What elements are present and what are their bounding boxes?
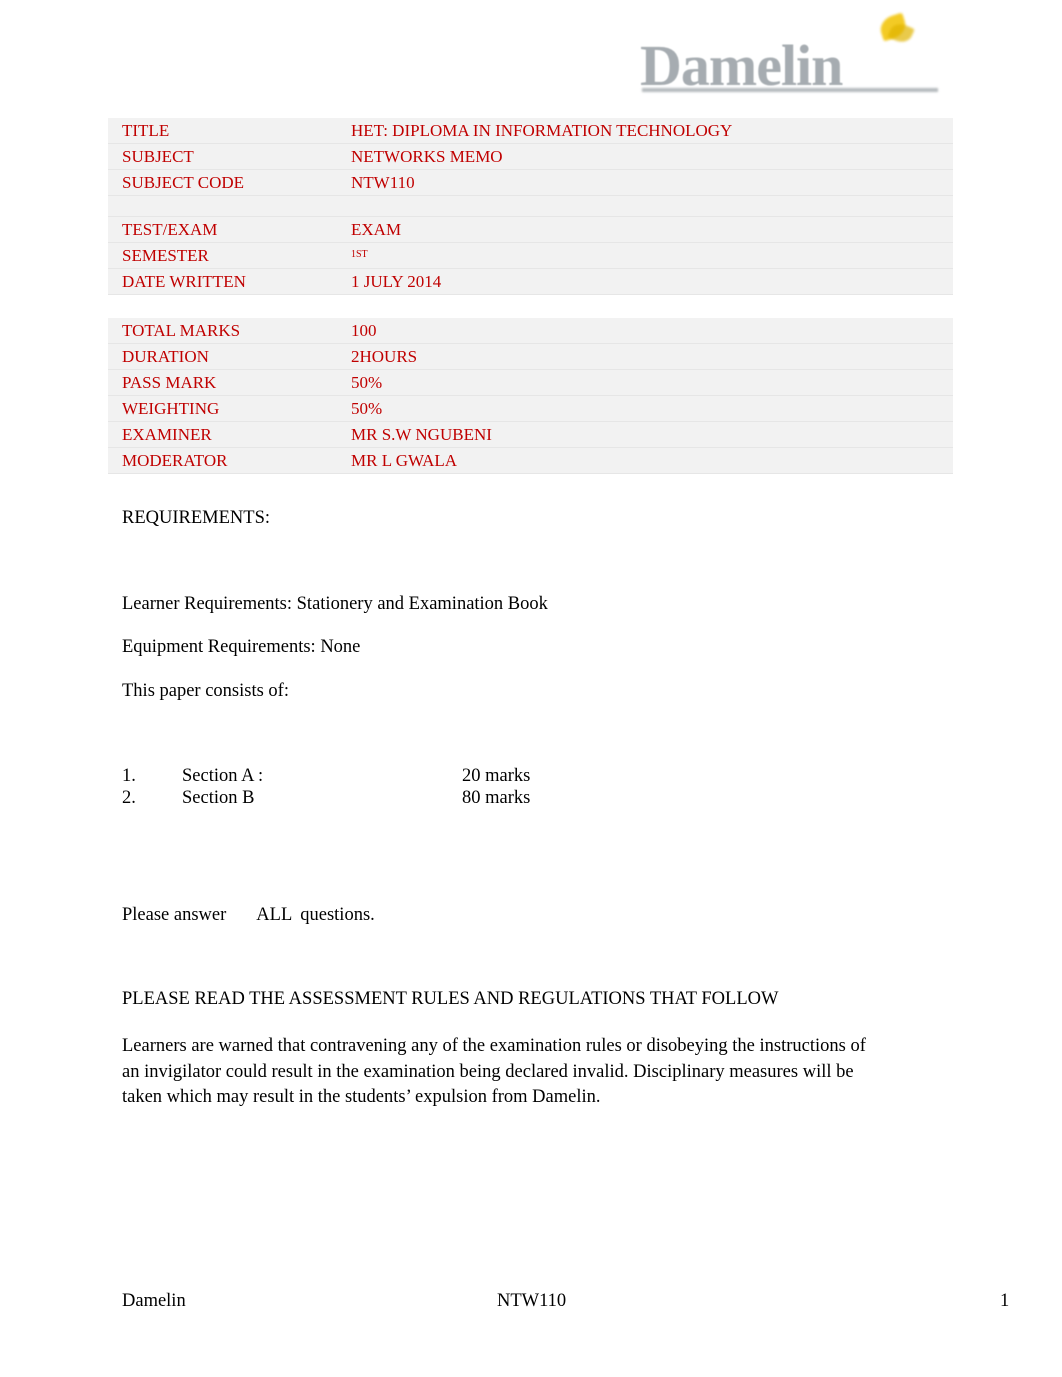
info-label: TEST/EXAM — [108, 216, 337, 243]
list-item: 2. Section B 80 marks — [122, 787, 742, 809]
requirements-heading: REQUIREMENTS: — [122, 508, 270, 528]
table-row: TOTAL MARKS 100 — [108, 318, 953, 344]
answer-all: ALL — [256, 905, 293, 925]
answer-suffix: questions. — [300, 905, 375, 925]
info-label: SEMESTER — [108, 242, 337, 269]
sections-list: 1. Section A : 20 marks 2. Section B 80 … — [122, 765, 742, 809]
list-item-number: 2. — [122, 788, 136, 808]
table-row: TEST/EXAM EXAM — [108, 216, 953, 243]
info-value: NETWORKS MEMO — [337, 143, 953, 170]
leaf-icon — [868, 12, 922, 54]
exam-info-table-top: TITLE HET: DIPLOMA IN INFORMATION TECHNO… — [108, 118, 953, 295]
rules-paragraph: Learners are warned that contravening an… — [122, 1036, 866, 1107]
semester-value: 1ST — [351, 249, 368, 260]
info-value: MR S.W NGUBENI — [337, 421, 953, 448]
rules-heading: PLEASE READ THE ASSESSMENT RULES AND REG… — [122, 989, 779, 1009]
info-value: 2HOURS — [337, 343, 953, 370]
list-item: 1. Section A : 20 marks — [122, 765, 742, 787]
answer-instruction: Please answer ALL questions. — [122, 903, 375, 928]
info-label: TOTAL MARKS — [108, 318, 337, 344]
equipment-requirements-text: Equipment Requirements: None — [122, 637, 361, 657]
table-row: MODERATOR MR L GWALA — [108, 447, 953, 474]
info-value: 50% — [337, 395, 953, 422]
list-item-marks: 20 marks — [462, 766, 531, 786]
list-item-label: Section A : — [182, 766, 264, 786]
info-value-empty — [337, 195, 953, 217]
info-label: DATE WRITTEN — [108, 268, 337, 295]
list-item-number: 1. — [122, 766, 136, 786]
info-value: 50% — [337, 369, 953, 396]
table-row: SUBJECT NETWORKS MEMO — [108, 143, 953, 170]
info-label: EXAMINER — [108, 421, 337, 448]
info-value: 1ST — [337, 242, 953, 269]
info-label: SUBJECT — [108, 143, 337, 170]
info-value: HET: DIPLOMA IN INFORMATION TECHNOLOGY — [337, 118, 953, 144]
info-value: 1 JULY 2014 — [337, 268, 953, 295]
info-value: 100 — [337, 318, 953, 344]
info-label: PASS MARK — [108, 369, 337, 396]
table-row: SEMESTER 1ST — [108, 242, 953, 269]
info-label: DURATION — [108, 343, 337, 370]
info-label: MODERATOR — [108, 447, 337, 474]
table-row: EXAMINER MR S.W NGUBENI — [108, 421, 953, 448]
footer-center: NTW110 — [497, 1291, 567, 1311]
info-label: WEIGHTING — [108, 395, 337, 422]
table-row: SUBJECT CODE NTW110 — [108, 169, 953, 196]
table-row: TITLE HET: DIPLOMA IN INFORMATION TECHNO… — [108, 118, 953, 144]
logo-underline — [642, 88, 938, 92]
info-value: EXAM — [337, 216, 953, 243]
info-label: SUBJECT CODE — [108, 169, 337, 196]
footer-left: Damelin — [122, 1291, 186, 1311]
info-label: TITLE — [108, 118, 337, 144]
table-row: WEIGHTING 50% — [108, 395, 953, 422]
table-row: DURATION 2HOURS — [108, 343, 953, 370]
table-row: DATE WRITTEN 1 JULY 2014 — [108, 268, 953, 295]
table-row: PASS MARK 50% — [108, 369, 953, 396]
paper-consists-text: This paper consists of: — [122, 681, 289, 701]
info-value: MR L GWALA — [337, 447, 953, 474]
exam-info-table-bottom: TOTAL MARKS 100 DURATION 2HOURS PASS MAR… — [108, 318, 953, 474]
table-row-spacer — [108, 195, 953, 217]
damelin-logo: Damelin — [640, 12, 950, 98]
info-value: NTW110 — [337, 169, 953, 196]
footer-page-number: 1 — [1000, 1291, 1010, 1311]
answer-prefix: Please answer — [122, 905, 227, 925]
list-item-label: Section B — [182, 788, 255, 808]
info-label-empty — [108, 195, 337, 217]
list-item-marks: 80 marks — [462, 788, 531, 808]
learner-requirements-text: Learner Requirements: Stationery and Exa… — [122, 594, 548, 614]
